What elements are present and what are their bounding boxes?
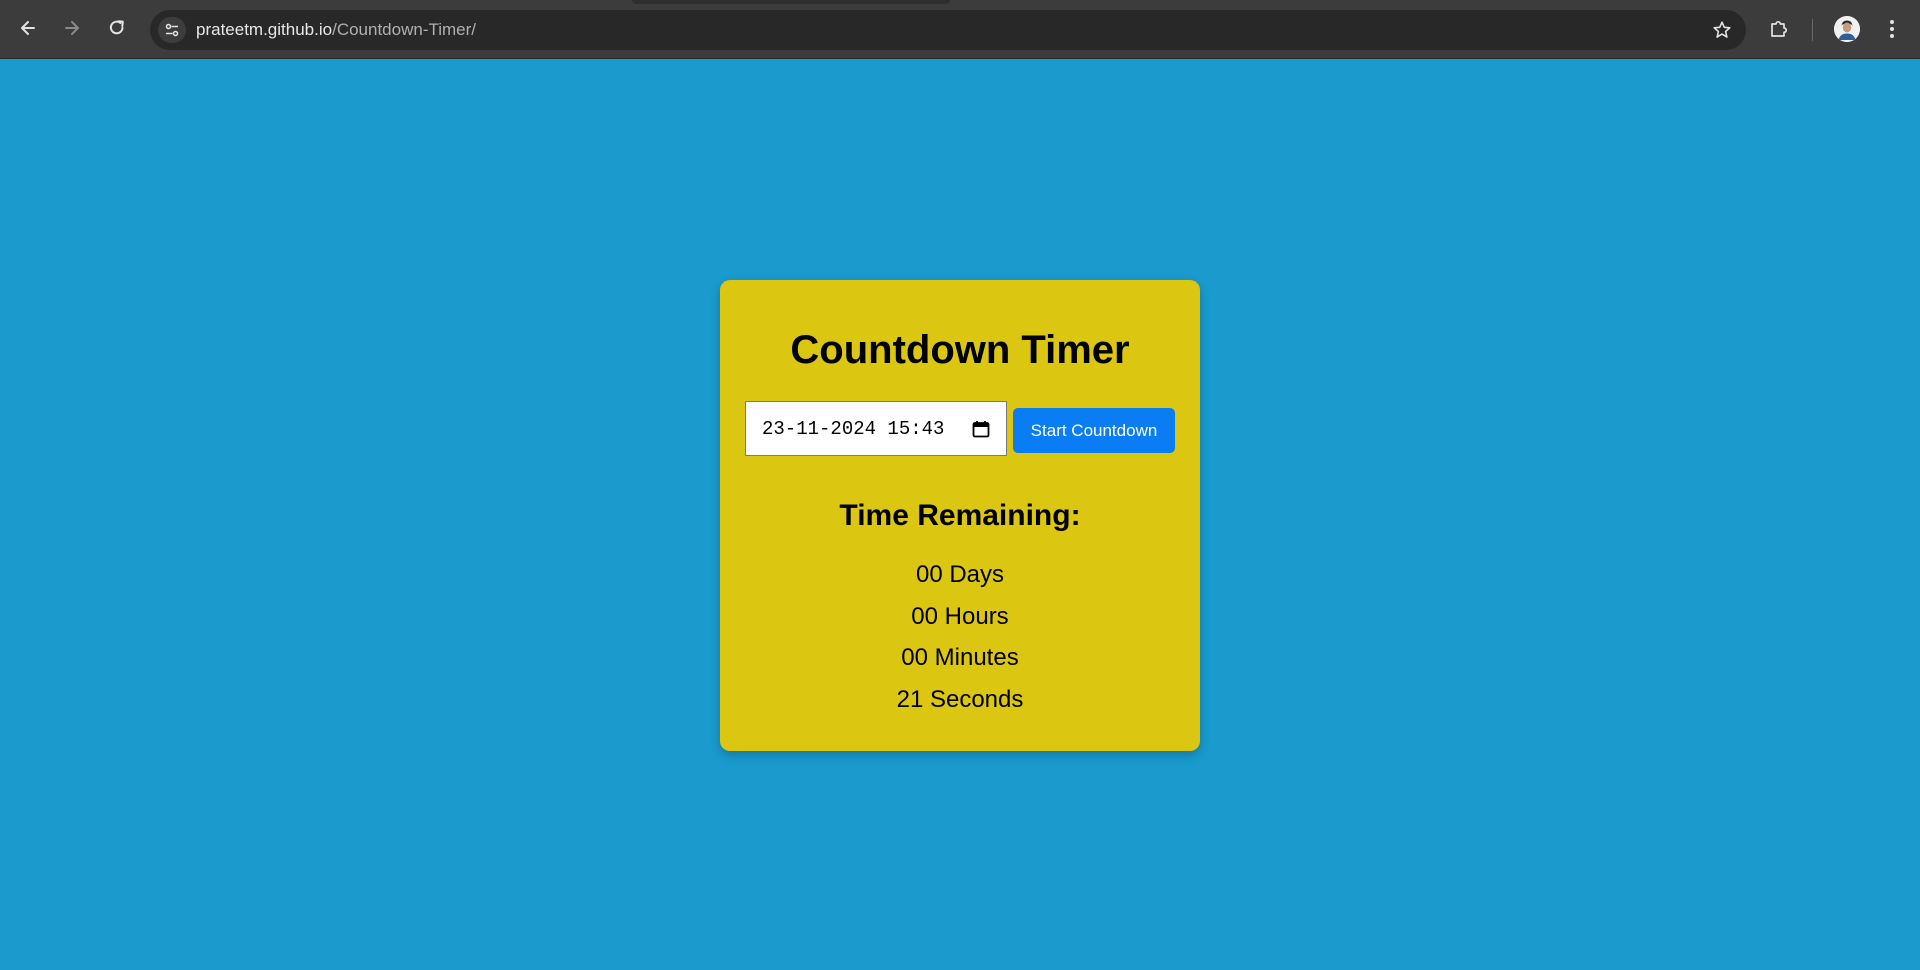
active-tab-edge [632,0,950,4]
puzzle-icon [1771,20,1788,37]
minutes-remaining: 00 Minutes [901,644,1019,671]
extensions-button[interactable] [1766,16,1792,42]
kebab-menu-icon [1890,20,1894,38]
site-info-button[interactable] [158,17,186,43]
time-remaining-heading: Time Remaining: [839,499,1081,532]
url-text[interactable]: prateetm.github.io/Countdown-Timer/ [196,20,476,40]
seconds-remaining: 21 Seconds [896,686,1024,713]
forward-button[interactable] [56,12,88,44]
back-button[interactable] [12,12,44,44]
datetime-input[interactable]: 23-11-2024 15:43 [745,401,1007,456]
avatar[interactable] [1834,16,1860,42]
page-title: Countdown Timer [790,328,1130,372]
countdown-card: Countdown Timer 23-11-2024 15:43 Start C… [720,280,1200,751]
address-bar[interactable]: prateetm.github.io/Countdown-Timer/ [150,10,1746,50]
star-icon [1713,21,1731,38]
reload-button[interactable] [101,12,133,44]
reload-icon [109,20,124,35]
calendar-icon[interactable] [972,420,990,438]
url-path: /Countdown-Timer/ [332,20,477,39]
hours-remaining: 00 Hours [911,603,1009,630]
bookmark-button[interactable] [1710,18,1734,42]
start-countdown-button[interactable]: Start Countdown [1013,408,1175,453]
arrow-right-icon [65,21,79,35]
profile-avatar-icon [1834,16,1860,42]
arrow-left-icon [21,21,35,35]
datetime-input-value[interactable]: 23-11-2024 15:43 [762,419,944,439]
chrome-menu-button[interactable] [1880,16,1904,42]
days-remaining: 00 Days [915,561,1005,588]
tune-icon [165,23,179,37]
url-host: prateetm.github.io [196,20,333,39]
browser-toolbar: prateetm.github.io/Countdown-Timer/ [0,0,1920,59]
toolbar-divider [1812,19,1813,41]
